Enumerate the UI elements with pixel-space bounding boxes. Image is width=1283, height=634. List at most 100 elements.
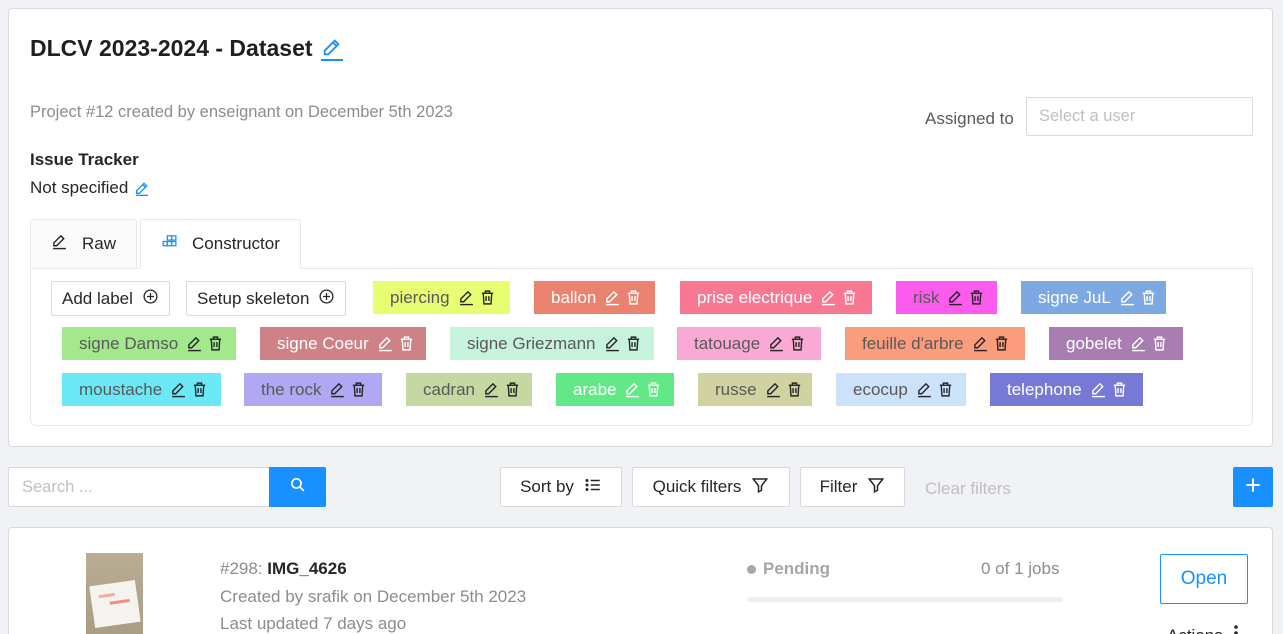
label-chip: tatouage	[677, 327, 821, 360]
delete-label-icon[interactable]	[479, 288, 496, 308]
edit-label-icon[interactable]	[604, 334, 621, 354]
edit-label-icon[interactable]	[1130, 334, 1147, 354]
delete-label-icon[interactable]	[789, 334, 806, 354]
label-chip: signe Coeur	[260, 327, 426, 360]
more-vertical-icon	[1233, 624, 1239, 634]
label-chip: piercing	[373, 281, 510, 314]
edit-label-icon[interactable]	[458, 288, 475, 308]
delete-label-icon[interactable]	[207, 334, 224, 354]
edit-icon	[51, 233, 68, 255]
delete-label-icon[interactable]	[937, 380, 954, 400]
label-name: telephone	[1007, 379, 1082, 399]
delete-label-icon[interactable]	[993, 334, 1010, 354]
label-name: prise electrique	[697, 287, 813, 307]
issue-tracker-text: Not specified	[30, 178, 129, 197]
plus-circle-icon	[142, 288, 159, 310]
label-chip: the rock	[244, 373, 382, 406]
create-task-button[interactable]	[1233, 467, 1273, 507]
edit-label-icon[interactable]	[1119, 288, 1136, 308]
task-title: #298: IMG_4626	[220, 559, 347, 579]
delete-label-icon[interactable]	[1111, 380, 1128, 400]
label-name: arabe	[573, 379, 617, 399]
label-name: ecocup	[853, 379, 908, 399]
task-preview-image[interactable]	[86, 553, 143, 634]
edit-label-icon[interactable]	[1090, 380, 1107, 400]
edit-issue-tracker-icon[interactable]	[134, 180, 150, 196]
clear-filters-button[interactable]: Clear filters	[925, 479, 1011, 499]
label-chip: cadran	[406, 373, 532, 406]
delete-label-icon[interactable]	[645, 380, 662, 400]
label-chip: gobelet	[1049, 327, 1183, 360]
label-chip: ecocup	[836, 373, 966, 406]
sort-by-button[interactable]: Sort by	[500, 467, 622, 507]
task-name: IMG_4626	[267, 559, 347, 578]
edit-label-icon[interactable]	[820, 288, 837, 308]
task-status: Pending	[747, 559, 830, 579]
label-editor-tabs: Raw Constructor	[30, 219, 304, 269]
delete-label-icon[interactable]	[1140, 288, 1157, 308]
edit-label-icon[interactable]	[170, 380, 187, 400]
edit-label-icon[interactable]	[916, 380, 933, 400]
delete-label-icon[interactable]	[350, 380, 367, 400]
edit-label-icon[interactable]	[604, 288, 621, 308]
assigned-to-label: Assigned to	[925, 109, 1014, 128]
delete-label-icon[interactable]	[625, 334, 642, 354]
edit-label-icon[interactable]	[329, 380, 346, 400]
plus-icon	[1243, 475, 1263, 500]
sort-by-label: Sort by	[520, 477, 574, 496]
delete-label-icon[interactable]	[398, 334, 415, 354]
delete-label-icon[interactable]	[191, 380, 208, 400]
search-button[interactable]	[269, 467, 326, 507]
delete-label-icon[interactable]	[786, 380, 803, 400]
label-name: moustache	[79, 379, 163, 399]
issue-tracker-title: Issue Tracker	[30, 150, 139, 169]
edit-label-icon[interactable]	[972, 334, 989, 354]
tab-constructor-label: Constructor	[192, 234, 280, 253]
delete-label-icon[interactable]	[841, 288, 858, 308]
delete-label-icon[interactable]	[1151, 334, 1168, 354]
label-chip: russe	[698, 373, 812, 406]
edit-label-icon[interactable]	[483, 380, 500, 400]
assignee-select[interactable]: Select a user	[1026, 97, 1253, 136]
label-chip: moustache	[62, 373, 221, 406]
open-task-button[interactable]: Open	[1160, 554, 1248, 604]
search-input[interactable]: Search ...	[8, 467, 270, 507]
delete-label-icon[interactable]	[968, 288, 985, 308]
edit-label-icon[interactable]	[186, 334, 203, 354]
edit-label-icon[interactable]	[624, 380, 641, 400]
filter-label: Filter	[819, 477, 858, 496]
task-id: #298:	[220, 559, 263, 578]
label-name: signe Griezmann	[467, 333, 596, 353]
quick-filters-button[interactable]: Quick filters	[632, 467, 790, 507]
edit-title-icon[interactable]	[320, 36, 343, 61]
delete-label-icon[interactable]	[504, 380, 521, 400]
project-title: DLCV 2023-2024 - Dataset	[30, 35, 343, 62]
add-label-button[interactable]: Add label	[51, 281, 170, 316]
filter-button[interactable]: Filter	[800, 467, 905, 507]
label-name: feuille d'arbre	[862, 333, 964, 353]
task-actions-menu[interactable]: Actions	[1167, 624, 1239, 634]
label-name: risk	[913, 287, 940, 307]
label-chip: signe Damso	[62, 327, 236, 360]
edit-label-icon[interactable]	[947, 288, 964, 308]
tab-constructor[interactable]: Constructor	[140, 219, 301, 269]
search-icon	[289, 476, 306, 498]
issue-tracker-value: Not specified	[30, 178, 150, 198]
label-name: cadran	[423, 379, 475, 399]
label-name: russe	[715, 379, 757, 399]
task-progress-bar	[747, 597, 1063, 602]
tab-raw[interactable]: Raw	[30, 219, 138, 269]
project-card: DLCV 2023-2024 - Dataset Project #12 cre…	[8, 8, 1273, 447]
delete-label-icon[interactable]	[625, 288, 642, 308]
edit-label-icon[interactable]	[765, 380, 782, 400]
edit-label-icon[interactable]	[377, 334, 394, 354]
status-dot-icon	[747, 564, 756, 574]
build-icon	[161, 233, 178, 255]
edit-label-icon[interactable]	[768, 334, 785, 354]
setup-skeleton-button[interactable]: Setup skeleton	[186, 281, 347, 316]
quick-filters-label: Quick filters	[652, 477, 742, 496]
label-name: signe Coeur	[277, 333, 369, 353]
plus-circle-icon	[318, 288, 335, 310]
filter-icon	[867, 476, 885, 499]
label-name: piercing	[390, 287, 450, 307]
